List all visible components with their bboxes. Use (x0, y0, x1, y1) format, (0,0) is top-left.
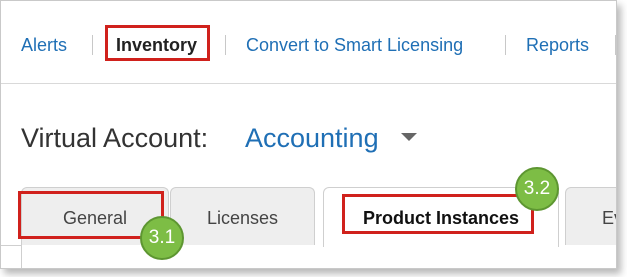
highlight-product-instances-tab (342, 194, 534, 234)
top-navigation: Alerts Inventory Convert to Smart Licens… (1, 1, 616, 84)
virtual-account-selector[interactable]: Accounting (245, 122, 379, 154)
virtual-account-label: Virtual Account: (21, 123, 209, 153)
tab-event-log[interactable]: Ev (565, 187, 616, 245)
nav-separator (615, 35, 616, 55)
nav-alerts-link[interactable]: Alerts (21, 35, 67, 55)
nav-inventory-link[interactable]: Inventory (105, 25, 210, 61)
nav-reports-link[interactable]: Reports (526, 35, 589, 55)
nav-separator (92, 35, 93, 55)
nav-convert-link[interactable]: Convert to Smart Licensing (246, 35, 463, 55)
tab-content-border (21, 245, 22, 268)
tab-licenses[interactable]: Licenses (170, 187, 315, 245)
tab-content-panel (21, 245, 616, 268)
step-badge-3-2: 3.2 (515, 167, 559, 211)
step-badge-3-1: 3.1 (140, 216, 184, 260)
screenshot-frame: Alerts Inventory Convert to Smart Licens… (0, 0, 617, 269)
caret-down-icon[interactable] (401, 133, 417, 141)
tab-licenses-label: Licenses (206, 208, 279, 228)
tab-event-log-label: Ev (602, 208, 616, 228)
nav-separator (225, 35, 226, 55)
nav-inventory-label: Inventory (116, 35, 198, 55)
nav-separator (505, 35, 506, 55)
